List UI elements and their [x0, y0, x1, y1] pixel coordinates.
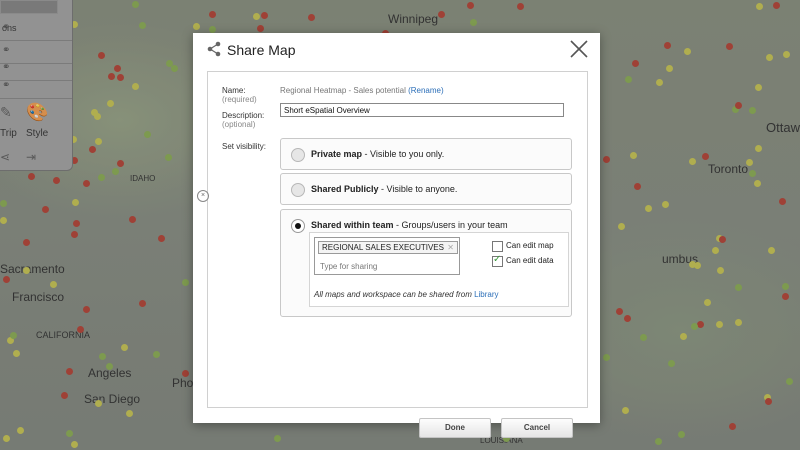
share-map-dialog: Share Map Name: (required) Regional Heat…: [193, 33, 600, 438]
cursor-icon: ×: [197, 190, 209, 202]
share-tag-input[interactable]: REGIONAL SALES EXECUTIVES ✕ Type for sha…: [314, 237, 460, 275]
radio-private[interactable]: [291, 148, 305, 162]
team-sharing-box: REGIONAL SALES EXECUTIVES ✕ Type for sha…: [309, 232, 569, 307]
can-edit-data-checkbox[interactable]: [492, 254, 503, 267]
name-required-hint: (required): [222, 95, 257, 104]
share-form: Name: (required) Regional Heatmap - Sale…: [207, 71, 588, 438]
dialog-title: Share Map: [227, 42, 296, 58]
description-optional-hint: (optional): [222, 120, 256, 129]
library-link[interactable]: Library: [474, 290, 498, 299]
type-sharing-placeholder: Type for sharing: [320, 262, 378, 271]
share-icon: [207, 41, 221, 57]
close-icon[interactable]: [568, 38, 590, 60]
done-button[interactable]: Done: [419, 418, 491, 438]
name-label: Name:: [222, 86, 246, 95]
description-label: Description:: [222, 111, 265, 120]
cancel-button[interactable]: Cancel: [501, 418, 573, 438]
description-input[interactable]: [280, 103, 564, 117]
visibility-label: Set visibility:: [222, 142, 267, 151]
remove-tag-icon[interactable]: ✕: [447, 243, 454, 252]
can-edit-data-label: Can edit data: [506, 256, 554, 265]
visibility-option-public[interactable]: Shared Publicly - Visible to anyone.: [280, 173, 572, 205]
rename-link[interactable]: (Rename): [408, 86, 444, 95]
library-note: All maps and workspace can be shared fro…: [314, 290, 499, 299]
can-edit-map-checkbox[interactable]: [492, 241, 503, 252]
can-edit-map-label: Can edit map: [506, 241, 554, 250]
group-tag: REGIONAL SALES EXECUTIVES ✕: [318, 241, 458, 254]
visibility-option-private[interactable]: Private map - Visible to you only.: [280, 138, 572, 170]
radio-team[interactable]: [291, 219, 305, 233]
map-name-value: Regional Heatmap - Sales potential (Rena…: [280, 86, 444, 95]
radio-public[interactable]: [291, 183, 305, 197]
visibility-option-team[interactable]: Shared within team - Groups/users in you…: [280, 209, 572, 317]
